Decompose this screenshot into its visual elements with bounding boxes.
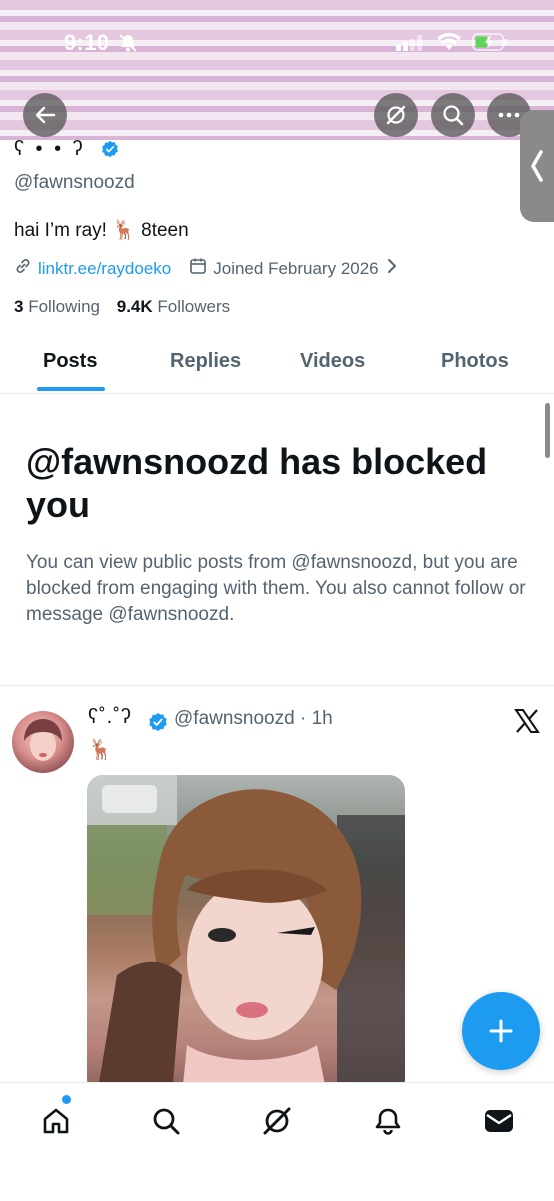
chevron-right-icon[interactable] bbox=[387, 258, 397, 279]
follow-stats: 3 Following 9.4K Followers bbox=[14, 297, 230, 317]
mail-icon bbox=[485, 1110, 513, 1132]
chevron-left-icon bbox=[531, 150, 543, 182]
grok-button[interactable] bbox=[374, 93, 418, 137]
tab-videos[interactable]: Videos bbox=[300, 350, 365, 373]
post-image[interactable] bbox=[87, 775, 405, 1095]
nav-home[interactable] bbox=[36, 1101, 76, 1141]
search-button[interactable] bbox=[431, 93, 475, 137]
compose-icon bbox=[489, 1019, 513, 1043]
signal-icon bbox=[396, 35, 424, 56]
back-button[interactable] bbox=[23, 93, 67, 137]
following-count: 3 bbox=[14, 297, 24, 316]
scrollbar[interactable] bbox=[545, 403, 550, 458]
followers-label: Followers bbox=[157, 297, 231, 316]
profile-meta: linktr.ee/raydoeko Joined February 2026 bbox=[14, 257, 397, 280]
followers-link[interactable]: 9.4K Followers bbox=[117, 297, 230, 316]
bell-off-icon bbox=[118, 33, 138, 58]
active-tab-indicator bbox=[37, 387, 105, 391]
verified-badge-icon bbox=[148, 712, 168, 737]
grok-icon bbox=[386, 105, 406, 125]
profile-tabs: Posts Replies Videos Photos bbox=[0, 338, 554, 394]
divider bbox=[0, 685, 554, 686]
profile-link[interactable]: linktr.ee/raydoeko bbox=[38, 259, 171, 279]
avatar[interactable] bbox=[12, 711, 74, 773]
x-logo-icon bbox=[514, 709, 540, 738]
side-panel-handle[interactable] bbox=[520, 110, 554, 222]
more-icon bbox=[498, 112, 520, 118]
followers-count: 9.4K bbox=[116, 297, 153, 316]
status-time: 9:10 bbox=[64, 30, 110, 55]
search-icon bbox=[153, 1108, 180, 1135]
profile-joined: Joined February 2026 bbox=[213, 258, 379, 278]
nav-notifications[interactable] bbox=[368, 1101, 408, 1141]
blocked-description: You can view public posts from @fawnsnoo… bbox=[26, 552, 526, 625]
verified-badge-icon bbox=[98, 140, 122, 163]
following-label: Following bbox=[28, 297, 101, 316]
post-text: 🦌 bbox=[88, 739, 113, 761]
profile-display-name: ʕ • • ʔ bbox=[14, 138, 86, 160]
wifi-icon bbox=[436, 32, 462, 57]
tab-photos[interactable]: Photos bbox=[441, 350, 509, 373]
nav-search[interactable] bbox=[146, 1101, 186, 1141]
grok-icon bbox=[263, 1107, 291, 1135]
bottom-nav bbox=[0, 1082, 554, 1201]
battery-icon bbox=[472, 33, 508, 56]
nav-grok[interactable] bbox=[257, 1101, 297, 1141]
arrow-left-icon bbox=[35, 106, 56, 124]
nav-messages[interactable] bbox=[479, 1101, 519, 1141]
following-link[interactable]: 3 Following bbox=[14, 297, 100, 316]
bell-icon bbox=[375, 1108, 401, 1135]
blocked-title: @fawnsnoozd has blocked you bbox=[26, 441, 488, 525]
post-author-name[interactable]: ʕ˚.˚ʔ bbox=[88, 706, 132, 729]
home-icon bbox=[43, 1108, 69, 1134]
tab-replies[interactable]: Replies bbox=[170, 350, 241, 373]
tab-posts[interactable]: Posts bbox=[43, 350, 97, 373]
search-icon bbox=[443, 105, 464, 126]
profile-bio: hai I’m ray! 🦌 8teen bbox=[14, 220, 189, 241]
link-icon bbox=[14, 257, 32, 280]
post-handle-time: @fawnsnoozd · 1h bbox=[174, 708, 333, 729]
compose-button[interactable] bbox=[462, 992, 540, 1070]
profile-handle: @fawnsnoozd bbox=[14, 172, 135, 193]
notification-dot bbox=[62, 1095, 71, 1104]
calendar-icon bbox=[189, 257, 207, 280]
